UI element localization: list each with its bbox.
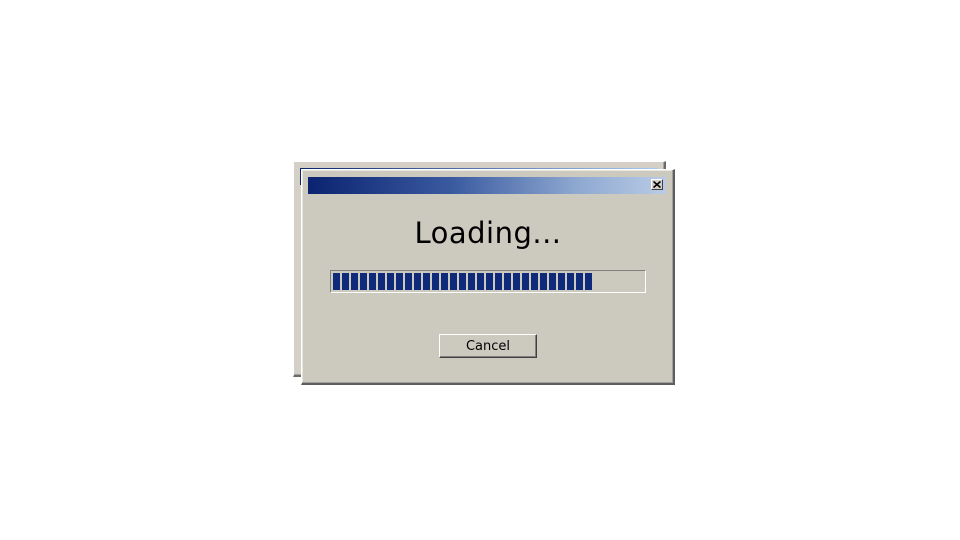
loading-dialog: Loading... Cancel bbox=[301, 169, 675, 385]
progress-block bbox=[531, 273, 538, 290]
progress-block bbox=[558, 273, 565, 290]
progress-block bbox=[576, 273, 583, 290]
dialog-titlebar[interactable] bbox=[308, 177, 666, 194]
progress-block bbox=[387, 273, 394, 290]
progress-block bbox=[378, 273, 385, 290]
progress-block bbox=[351, 273, 358, 290]
progress-block bbox=[405, 273, 412, 290]
progress-block bbox=[441, 273, 448, 290]
progress-block bbox=[486, 273, 493, 290]
progress-block bbox=[369, 273, 376, 290]
progress-block bbox=[585, 273, 592, 290]
progress-block bbox=[513, 273, 520, 290]
progress-block bbox=[477, 273, 484, 290]
progress-block bbox=[540, 273, 547, 290]
progress-track bbox=[333, 273, 643, 290]
progress-bar bbox=[330, 270, 646, 293]
progress-block bbox=[396, 273, 403, 290]
progress-block bbox=[342, 273, 349, 290]
progress-block bbox=[468, 273, 475, 290]
progress-block bbox=[414, 273, 421, 290]
close-icon bbox=[653, 181, 661, 188]
loading-message: Loading... bbox=[414, 216, 562, 250]
progress-block bbox=[522, 273, 529, 290]
close-button[interactable] bbox=[651, 179, 663, 190]
cancel-button[interactable]: Cancel bbox=[439, 334, 537, 358]
progress-block bbox=[549, 273, 556, 290]
progress-block bbox=[495, 273, 502, 290]
progress-fill bbox=[333, 273, 592, 290]
progress-block bbox=[333, 273, 340, 290]
desktop-background: Loading... Cancel bbox=[0, 0, 960, 540]
progress-block bbox=[432, 273, 439, 290]
progress-block bbox=[423, 273, 430, 290]
progress-block bbox=[450, 273, 457, 290]
progress-block bbox=[567, 273, 574, 290]
progress-block bbox=[459, 273, 466, 290]
progress-block bbox=[360, 273, 367, 290]
progress-block bbox=[504, 273, 511, 290]
